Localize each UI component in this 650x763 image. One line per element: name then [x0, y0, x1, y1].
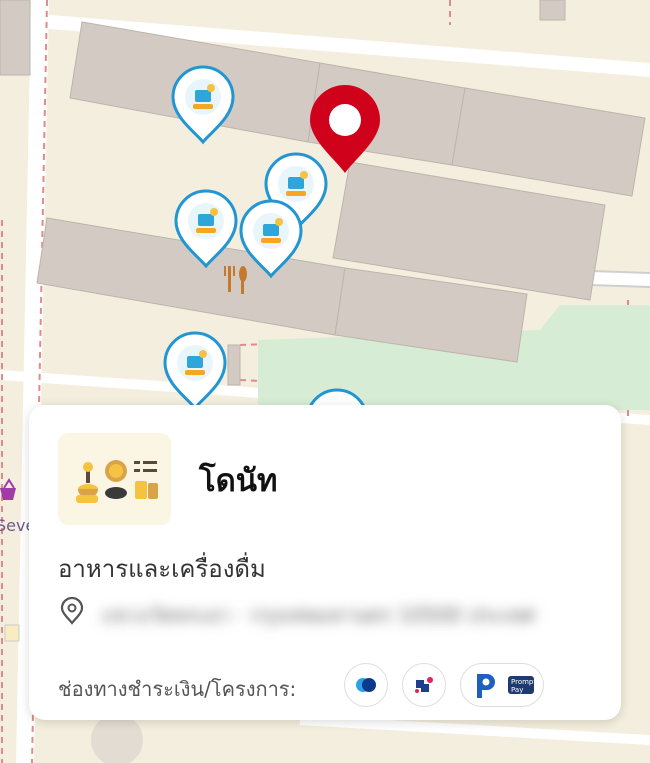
promptpay-icon[interactable]: Prompt Pay [460, 663, 544, 707]
e-wallet-icon[interactable] [344, 663, 388, 707]
menu-lines-icon [134, 461, 157, 472]
burger-icon [105, 460, 127, 499]
address-text-blurred: แขวงวัดพระยา · กรุงเทพมหานคร 10500 ประเท… [102, 603, 535, 627]
shop-info-card[interactable]: โดนัท อาหารและเครื่องดื่ม แขวงวัดพระยา ·… [29, 405, 621, 720]
food-category-illustration [58, 433, 171, 525]
tourist-scheme-icon[interactable] [402, 663, 446, 707]
location-pin-icon [60, 597, 84, 625]
payment-channels-label: ช่องทางชำระเงิน/โครงการ: [58, 677, 297, 701]
drink-cup-icon [135, 481, 158, 499]
svg-text:Prompt: Prompt [511, 678, 536, 686]
shop-category: อาหารและเครื่องดื่ม [58, 555, 266, 583]
noodle-bowl-icon [78, 462, 98, 498]
map-poi-square [4, 624, 20, 642]
svg-text:Pay: Pay [511, 686, 523, 694]
address-row: แขวงวัดพระยา · กรุงเทพมหานคร 10500 ประเท… [58, 597, 578, 627]
shop-name: โดนัท [199, 463, 278, 499]
coffee-cup-icon [76, 495, 98, 503]
